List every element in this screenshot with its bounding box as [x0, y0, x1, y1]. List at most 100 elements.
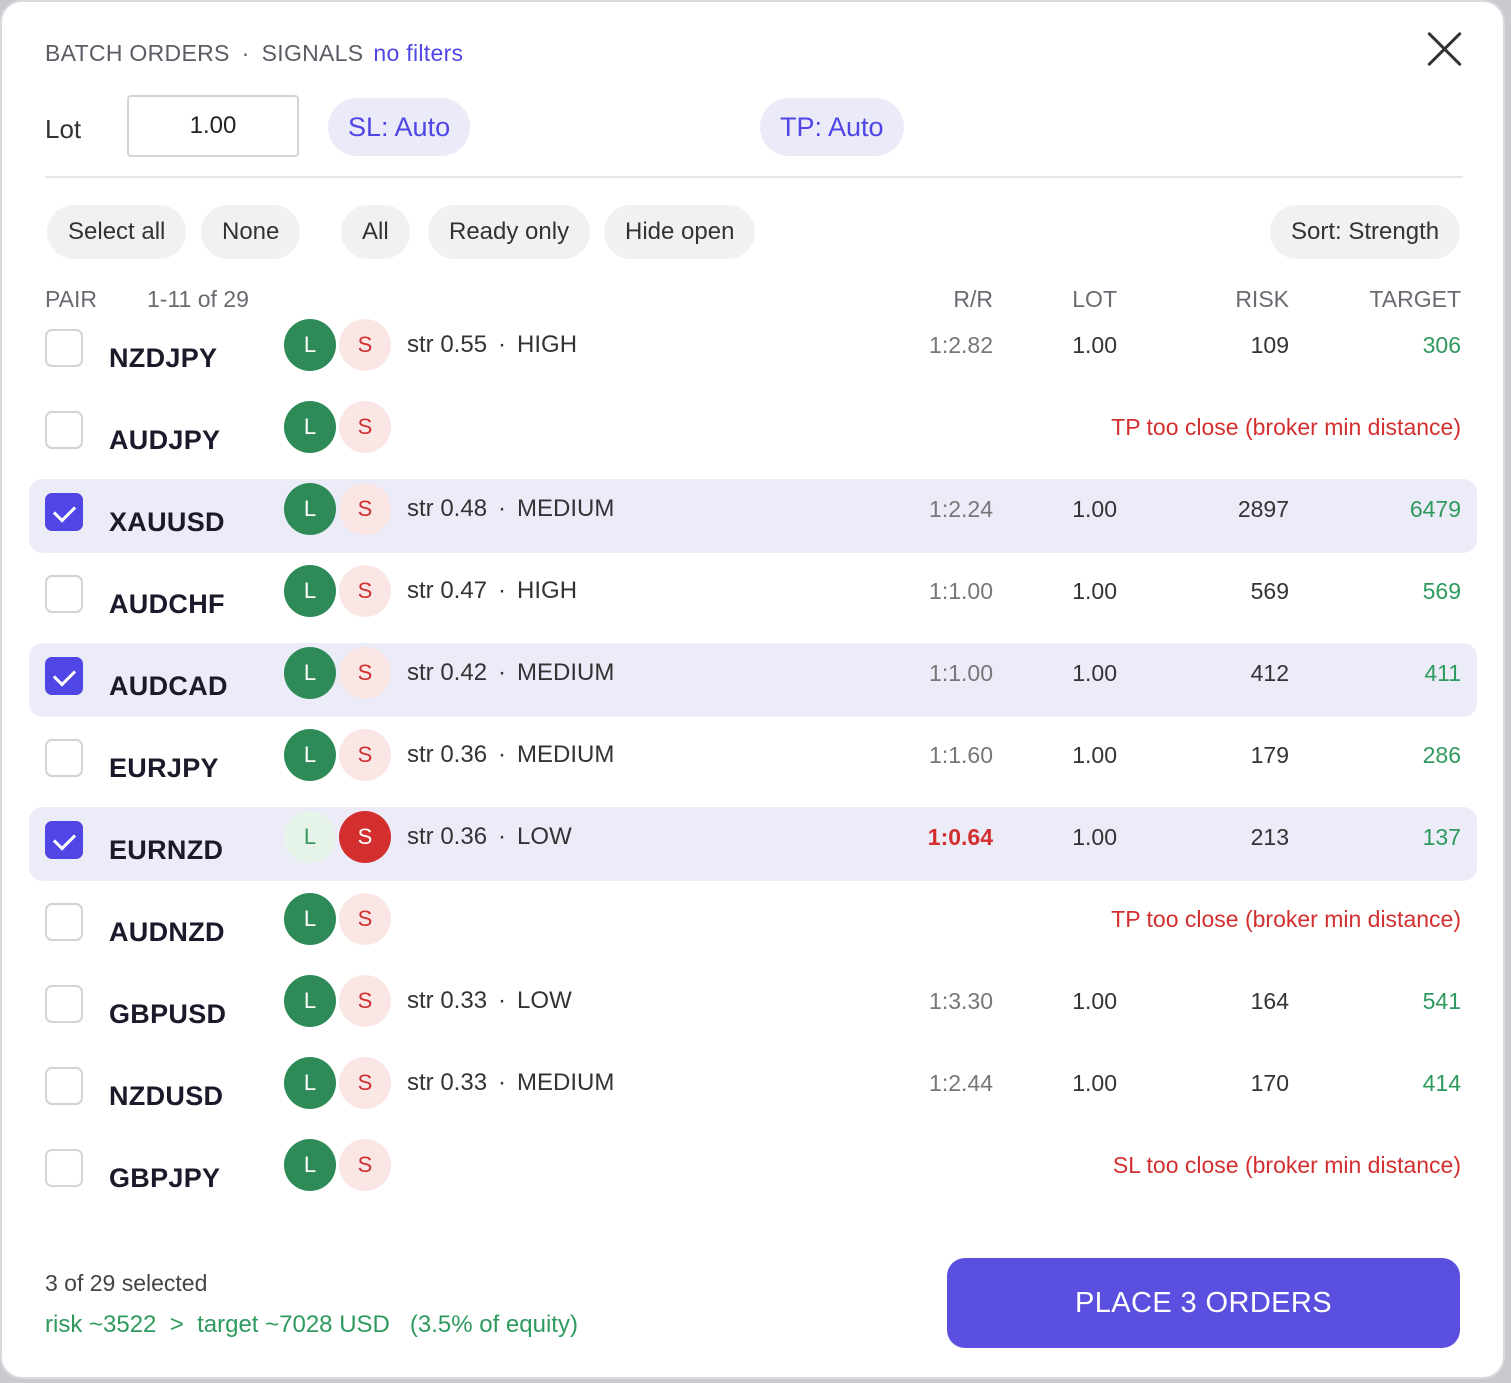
order-row[interactable]: GBPUSD L Sstr 0.33 · LOW 1:3.30 1.00 164 541: [29, 971, 1477, 1045]
strength-value: str 0.48: [407, 495, 488, 522]
strength-value: str 0.36: [407, 823, 488, 850]
order-row[interactable]: EURNZD L Sstr 0.36 · LOW 1:0.64 1.00 213 137: [29, 807, 1477, 881]
column-header-rr: R/R: [953, 286, 993, 312]
order-row[interactable]: AUDCAD L Sstr 0.42 · MEDIUM 1:1.00 1.00 412 411: [29, 643, 1477, 717]
strength-separator: ·: [498, 823, 507, 850]
order-row[interactable]: AUDNZD L S TP too close (broker min distanc…: [29, 889, 1477, 963]
row-checkbox[interactable]: [45, 493, 83, 531]
long-toggle[interactable]: L: [284, 975, 336, 1027]
pair-symbol: NZDJPY: [109, 343, 218, 373]
short-toggle[interactable]: S: [339, 1139, 391, 1191]
strength-value: str 0.42: [407, 659, 488, 686]
risk-summary: risk ~3522 > target ~7028 USD (3.5% of e…: [45, 1311, 578, 1338]
long-toggle[interactable]: L: [284, 1057, 336, 1109]
sort-strength-button[interactable]: Sort: Strength: [1270, 205, 1461, 259]
long-toggle[interactable]: L: [284, 1139, 336, 1191]
row-checkbox[interactable]: [45, 329, 83, 367]
order-row[interactable]: EURJPY L Sstr 0.36 · MEDIUM 1:1.60 1.00 179 286: [29, 725, 1477, 799]
short-toggle[interactable]: S: [339, 483, 391, 535]
batch-orders-dialog: BATCH ORDERS · SIGNALS no filters Lot SL: A…: [0, 0, 1505, 1379]
order-row[interactable]: NZDUSD L Sstr 0.33 · MEDIUM 1:2.44 1.00 170 414: [29, 1053, 1477, 1127]
long-toggle[interactable]: L: [284, 729, 336, 781]
filter-status-link[interactable]: no filters: [373, 40, 463, 66]
lot-value: 1.00: [1072, 578, 1117, 604]
dialog-title: BATCH ORDERS: [45, 40, 230, 66]
short-toggle[interactable]: S: [339, 1057, 391, 1109]
short-toggle[interactable]: S: [339, 565, 391, 617]
row-error-message: TP too close (broker min distance): [1111, 414, 1461, 440]
row-checkbox[interactable]: [45, 1149, 83, 1187]
lot-input[interactable]: [127, 95, 299, 157]
short-toggle[interactable]: S: [339, 729, 391, 781]
long-toggle[interactable]: L: [284, 565, 336, 617]
row-checkbox[interactable]: [45, 657, 83, 695]
sl-auto-button[interactable]: SL: Auto: [328, 98, 471, 156]
strength-separator: ·: [498, 741, 507, 768]
risk-value: 213: [1250, 824, 1289, 850]
strength-level: MEDIUM: [517, 741, 615, 768]
pair-symbol: NZDUSD: [109, 1081, 224, 1111]
short-toggle[interactable]: S: [339, 401, 391, 453]
risk-reward-value: 1:1.00: [929, 578, 993, 604]
short-toggle[interactable]: S: [339, 647, 391, 699]
order-row[interactable]: AUDJPY L S TP too close (broker min distanc…: [29, 397, 1477, 471]
strength-value: str 0.47: [407, 577, 488, 604]
long-toggle[interactable]: L: [284, 319, 336, 371]
order-row[interactable]: GBPJPY L S SL too close (broker min distanc…: [29, 1135, 1477, 1209]
long-toggle[interactable]: L: [284, 401, 336, 453]
strength-value: str 0.33: [407, 1069, 488, 1096]
strength-separator: ·: [498, 1069, 507, 1096]
row-checkbox[interactable]: [45, 821, 83, 859]
order-row[interactable]: NZDJPY L Sstr 0.55 · HIGH 1:2.82 1.00 109 306: [29, 315, 1477, 389]
pagination-range: 1-11 of 29: [147, 286, 249, 312]
strength-level: MEDIUM: [517, 495, 615, 522]
row-checkbox[interactable]: [45, 411, 83, 449]
filter-all-button[interactable]: All: [341, 205, 410, 259]
selection-count: 3 of 29 selected: [45, 1270, 208, 1296]
order-row[interactable]: XAUUSD L Sstr 0.48 · MEDIUM 1:2.24 1.00 2897 647…: [29, 479, 1477, 553]
row-checkbox[interactable]: [45, 903, 83, 941]
long-toggle[interactable]: L: [284, 647, 336, 699]
short-toggle[interactable]: S: [339, 893, 391, 945]
signal-strength: str 0.36 · MEDIUM: [407, 741, 614, 769]
place-orders-button[interactable]: PLACE 3 ORDERS: [947, 1258, 1460, 1348]
risk-reward-value: 1:3.30: [929, 988, 993, 1014]
short-toggle[interactable]: S: [339, 975, 391, 1027]
risk-value: 109: [1250, 332, 1289, 358]
strength-level: HIGH: [517, 577, 578, 604]
tp-auto-button[interactable]: TP: Auto: [760, 98, 904, 156]
target-value: 541: [1422, 988, 1461, 1014]
signal-strength: str 0.55 · HIGH: [407, 331, 577, 359]
row-error-message: TP too close (broker min distance): [1111, 906, 1461, 932]
short-toggle[interactable]: S: [339, 811, 391, 863]
filter-ready-only-button[interactable]: Ready only: [428, 205, 591, 259]
strength-value: str 0.36: [407, 741, 488, 768]
row-checkbox[interactable]: [45, 739, 83, 777]
lot-value: 1.00: [1072, 742, 1117, 768]
filter-hide-open-button[interactable]: Hide open: [604, 205, 756, 259]
header-separator: ·: [241, 40, 250, 66]
risk-value: 412: [1250, 660, 1289, 686]
signal-strength: str 0.36 · LOW: [407, 823, 572, 851]
select-all-button[interactable]: Select all: [47, 205, 187, 259]
row-checkbox[interactable]: [45, 575, 83, 613]
risk-reward-value: 1:2.24: [929, 496, 993, 522]
order-row[interactable]: AUDCHF L Sstr 0.47 · HIGH 1:1.00 1.00 569 569: [29, 561, 1477, 635]
long-toggle[interactable]: L: [284, 811, 336, 863]
select-none-button[interactable]: None: [201, 205, 301, 259]
row-checkbox[interactable]: [45, 1067, 83, 1105]
lot-value: 1.00: [1072, 332, 1117, 358]
risk-reward-value: 1:1.00: [929, 660, 993, 686]
row-checkbox[interactable]: [45, 985, 83, 1023]
signal-strength: str 0.48 · MEDIUM: [407, 495, 614, 523]
long-toggle[interactable]: L: [284, 483, 336, 535]
pair-symbol: AUDCAD: [109, 671, 228, 701]
short-toggle[interactable]: S: [339, 319, 391, 371]
close-icon[interactable]: [1422, 26, 1468, 72]
strength-value: str 0.33: [407, 987, 488, 1014]
strength-separator: ·: [498, 495, 507, 522]
long-toggle[interactable]: L: [284, 893, 336, 945]
pair-symbol: AUDNZD: [109, 917, 225, 947]
lot-value: 1.00: [1072, 496, 1117, 522]
strength-separator: ·: [498, 331, 507, 358]
